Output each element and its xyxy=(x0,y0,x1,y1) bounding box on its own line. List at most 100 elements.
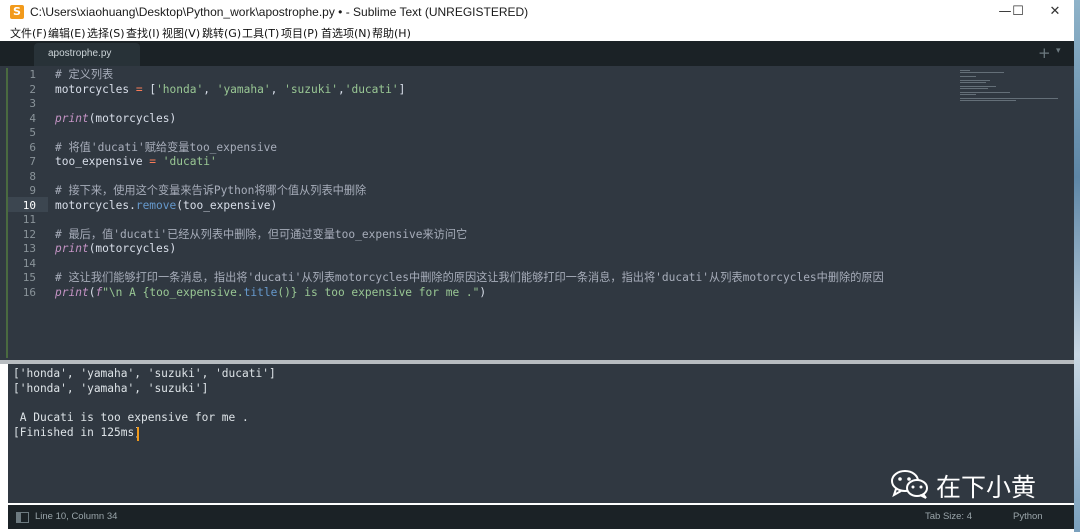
line-number: 4 xyxy=(29,111,36,125)
tab-bar: apostrophe.py + ▾ xyxy=(0,41,1074,66)
panel-toggle-icon[interactable] xyxy=(16,512,29,523)
minimap-line xyxy=(960,100,1016,101)
code-line-15: # 这让我们能够打印一条消息，指出将'ducati'从列表motorcycles… xyxy=(55,271,884,284)
code-line-9: # 接下来，使用这个变量来告诉Python将哪个值从列表中删除 xyxy=(55,184,367,197)
tab-apostrophe-py[interactable]: apostrophe.py xyxy=(34,43,140,66)
line-number: 6 xyxy=(29,140,36,154)
minimap-line xyxy=(960,86,996,87)
token-method: remove xyxy=(135,198,177,212)
line-gutter: 1 2 3 4 5 6 7 8 9 10 11 12 13 14 15 16 xyxy=(0,66,48,360)
token-builtin: print xyxy=(55,242,89,255)
line-number: 14 xyxy=(22,256,36,270)
title-bar: S C:\Users\xiaohuang\Desktop\Python_work… xyxy=(0,0,1074,24)
menu-help[interactable]: 帮助(H) xyxy=(372,25,411,41)
watermark-text: 在下小黄 xyxy=(936,473,1037,502)
line-number: 1 xyxy=(29,68,36,81)
token: , xyxy=(270,82,285,96)
desktop-background xyxy=(1074,0,1080,532)
output-line: ['honda', 'yamaha', 'suzuki', 'ducati'] xyxy=(13,367,276,380)
line-number: 9 xyxy=(29,184,36,197)
close-button[interactable]: ✕ xyxy=(1032,0,1074,24)
code-editor[interactable]: 1 2 3 4 5 6 7 8 9 10 11 12 13 14 15 16 #… xyxy=(0,66,1074,360)
code-line-6: # 将值'ducati'赋给变量too_expensive xyxy=(55,140,278,154)
minimap-line xyxy=(960,72,1004,73)
token-string: ()} is too expensive for me ." xyxy=(277,285,480,299)
code-line-4: print(motorcycles) xyxy=(55,112,176,127)
code-line-2: motorcycles = ['honda', 'yamaha', 'suzuk… xyxy=(55,83,405,98)
line-number: 2 xyxy=(29,82,36,96)
menu-find[interactable]: 查找(I) xyxy=(126,25,160,41)
minimap-line xyxy=(960,94,976,95)
minimap-line xyxy=(960,88,988,89)
token: motorcycles xyxy=(55,82,136,96)
token-string: 'honda' xyxy=(156,82,204,96)
line-number: 8 xyxy=(29,169,36,183)
minimap-line xyxy=(960,98,1058,99)
cursor-position: Line 10, Column 34 xyxy=(35,511,118,522)
code-line-16: print(f"\n A {too_expensive.title()} is … xyxy=(55,286,486,301)
code-line-12: # 最后，值'ducati'已经从列表中删除，但可通过变量too_expensi… xyxy=(55,227,468,241)
token-string: 'ducati' xyxy=(344,82,399,96)
line-number: 13 xyxy=(22,242,36,255)
tab-label: apostrophe.py xyxy=(48,48,112,59)
line-number: 7 xyxy=(29,155,36,168)
syntax-mode[interactable]: Python xyxy=(1013,511,1043,522)
menu-edit[interactable]: 编辑(E) xyxy=(48,25,86,41)
code-line-1: # 定义列表 xyxy=(55,68,114,81)
minimap-line xyxy=(960,92,1010,93)
output-line-finished: [Finished in 125ms] xyxy=(13,426,141,439)
menu-bar: 文件(F) 编辑(E) 选择(S) 查找(I) 视图(V) 跳转(G) 工具(T… xyxy=(0,24,1074,41)
token: , xyxy=(203,82,217,96)
minimap-line xyxy=(960,76,976,77)
token: ) xyxy=(479,285,487,299)
watermark: 在下小黄 xyxy=(890,465,1060,505)
wechat-icon xyxy=(891,470,928,499)
token-string: 'yamaha' xyxy=(216,82,271,96)
minimap-line xyxy=(960,80,990,81)
token: [ xyxy=(142,82,157,96)
minimap-line xyxy=(960,82,986,83)
menu-goto[interactable]: 跳转(G) xyxy=(202,25,241,41)
token-builtin: print xyxy=(55,285,89,299)
token: motorcycles. xyxy=(55,198,136,212)
menu-tools[interactable]: 工具(T) xyxy=(242,25,279,41)
token-method: title xyxy=(243,285,278,299)
token-operator: = xyxy=(135,82,143,96)
token: too_expensive xyxy=(55,155,150,168)
line-number-current: 10 xyxy=(22,198,36,212)
sublime-window: S C:\Users\xiaohuang\Desktop\Python_work… xyxy=(0,0,1074,532)
menu-selection[interactable]: 选择(S) xyxy=(87,25,125,41)
token-string: 'ducati' xyxy=(162,155,217,168)
line-number: 15 xyxy=(22,271,36,284)
status-bar: Line 10, Column 34 Tab Size: 4 Python xyxy=(8,505,1074,529)
line-number: 11 xyxy=(22,213,36,226)
window-title: C:\Users\xiaohuang\Desktop\Python_work\a… xyxy=(30,5,529,19)
line-number: 12 xyxy=(22,227,36,241)
menu-view[interactable]: 视图(V) xyxy=(162,25,200,41)
menu-file[interactable]: 文件(F) xyxy=(10,25,47,41)
code-line-10: motorcycles.remove(too_expensive) xyxy=(55,199,277,214)
token: ] xyxy=(398,82,406,96)
text-caret xyxy=(137,427,139,441)
line-number: 3 xyxy=(29,97,36,110)
token: (too_expensive) xyxy=(176,198,278,212)
new-tab-button[interactable]: + xyxy=(1038,44,1051,62)
token-builtin: print xyxy=(55,111,89,125)
tab-size[interactable]: Tab Size: 4 xyxy=(925,511,972,522)
token: (motorcycles) xyxy=(88,111,177,125)
minimap-line xyxy=(960,70,970,71)
code-line-13: print(motorcycles) xyxy=(55,242,176,257)
token: (motorcycles) xyxy=(88,242,177,255)
token-string: "\n A {too_expensive. xyxy=(102,285,244,299)
line-number: 16 xyxy=(22,285,36,299)
menu-preferences[interactable]: 首选项(N) xyxy=(321,25,371,41)
code-line-7: too_expensive = 'ducati' xyxy=(55,155,217,170)
output-line: ['honda', 'yamaha', 'suzuki'] xyxy=(13,382,209,395)
tab-list-button[interactable]: ▾ xyxy=(1056,46,1061,56)
token-string: 'suzuki' xyxy=(284,82,338,96)
output-line: A Ducati is too expensive for me . xyxy=(13,411,249,424)
menu-project[interactable]: 项目(P) xyxy=(281,25,318,41)
minimap[interactable] xyxy=(956,68,1066,128)
sublime-app-icon: S xyxy=(10,5,24,19)
